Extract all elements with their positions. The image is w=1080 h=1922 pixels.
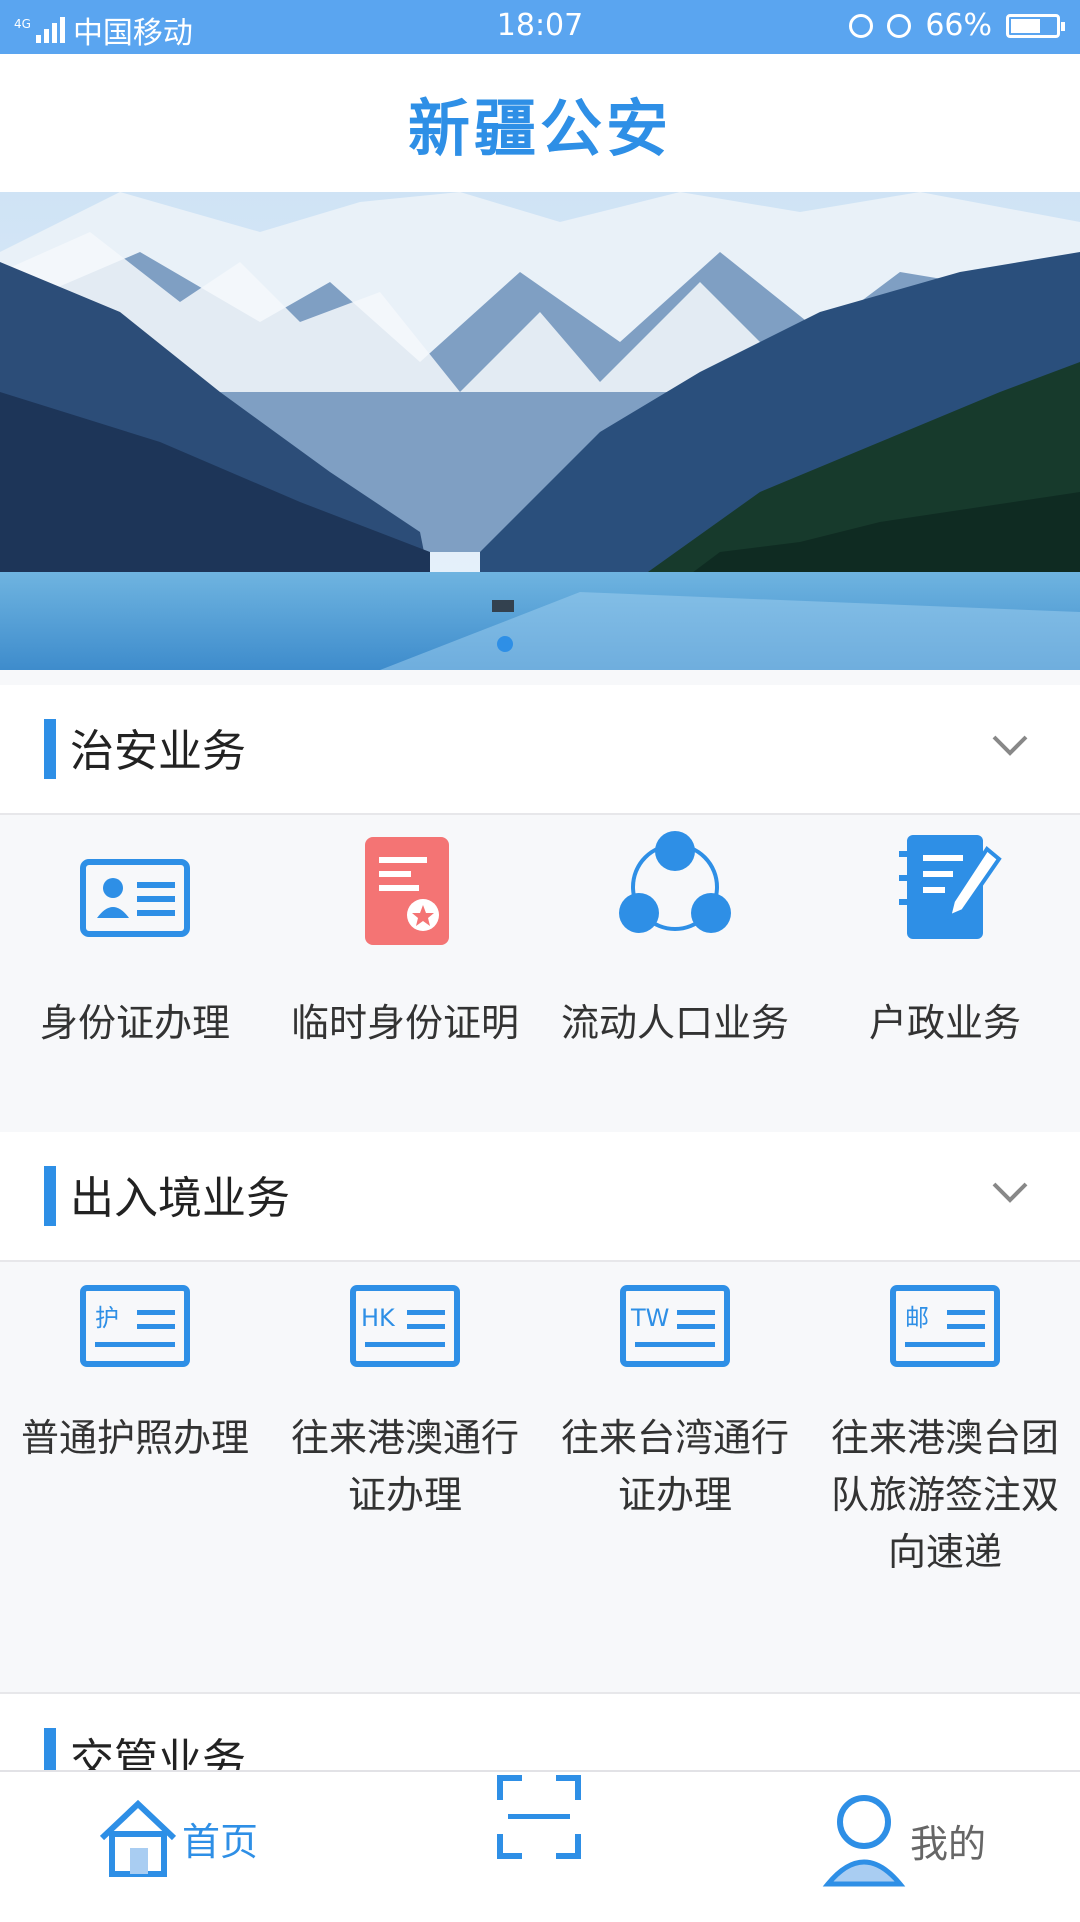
alarm-icon	[887, 13, 912, 38]
service-label: 往来台湾通行证办理	[560, 1416, 789, 1517]
passport-icon: 护	[80, 1285, 190, 1367]
chevron-down-icon[interactable]	[990, 1172, 1030, 1212]
id-card-icon	[80, 859, 190, 937]
service-label: 普通护照办理	[20, 1416, 249, 1460]
status-bar: 4G 中国移动 18:07 66%	[0, 0, 1080, 54]
service-label: 流动人口业务	[560, 1001, 789, 1045]
section-title: 治安业务	[70, 726, 246, 777]
bottom-tab-bar: 首页 我的	[0, 1770, 1080, 1922]
temp-certificate-icon	[365, 837, 449, 945]
service-hk-macau-pass[interactable]: HK 往来港澳通行证办理	[270, 1262, 540, 1692]
service-label: 身份证办理	[39, 1001, 230, 1045]
chevron-down-icon[interactable]	[990, 725, 1030, 765]
lock-rotation-icon	[849, 13, 874, 38]
section-grid-public-security: 身份证办理 临时身份证明 流动人口业务 户政业务	[0, 815, 1080, 1134]
section-grid-entry-exit: 护 普通护照办理 HK 往来港澳通行证办理 TW 往来台湾通行证办理 邮 往来港…	[0, 1262, 1080, 1694]
service-group-tour-delivery[interactable]: 邮 往来港澳台团队旅游签注双向速递	[810, 1262, 1080, 1692]
floating-population-icon	[619, 831, 731, 933]
service-taiwan-pass[interactable]: TW 往来台湾通行证办理	[540, 1262, 810, 1692]
service-floating-population[interactable]: 流动人口业务	[540, 815, 810, 1132]
hk-pass-icon: HK	[350, 1285, 460, 1367]
service-temp-certificate[interactable]: 临时身份证明	[270, 815, 540, 1132]
tab-scan[interactable]	[494, 1772, 584, 1862]
section-accent-bar	[44, 1166, 56, 1226]
service-label: 临时身份证明	[290, 1001, 519, 1045]
tab-home-label: 首页	[182, 1819, 259, 1864]
section-header-entry-exit[interactable]: 出入境业务	[0, 1132, 1080, 1262]
service-label: 往来港澳通行证办理	[290, 1416, 519, 1517]
battery-fill	[1011, 18, 1040, 33]
service-passport[interactable]: 护 普通护照办理	[0, 1262, 270, 1692]
scan-icon	[497, 1775, 581, 1859]
hk-badge: HK	[361, 1304, 396, 1332]
tw-pass-icon: TW	[620, 1285, 730, 1367]
mail-badge: 邮	[905, 1304, 929, 1332]
service-id-card[interactable]: 身份证办理	[0, 815, 270, 1132]
service-label: 往来港澳台团队旅游签注双向速递	[830, 1416, 1059, 1574]
battery-icon	[1006, 13, 1065, 38]
banner-image	[0, 192, 1080, 670]
section-title: 出入境业务	[70, 1173, 290, 1224]
page-title: 新疆公安	[407, 92, 672, 165]
service-household[interactable]: 户政业务	[810, 815, 1080, 1132]
mail-delivery-icon: 邮	[890, 1285, 1000, 1367]
home-icon	[99, 1799, 177, 1877]
user-icon	[822, 1795, 906, 1887]
tw-badge: TW	[630, 1304, 669, 1332]
service-label: 户政业务	[868, 1001, 1021, 1045]
banner-carousel[interactable]	[0, 192, 1080, 670]
tab-mine[interactable]: 我的	[822, 1792, 986, 1888]
tab-home[interactable]: 首页	[96, 1796, 258, 1880]
passport-badge: 护	[95, 1304, 119, 1332]
tab-mine-label: 我的	[910, 1821, 987, 1866]
app-header: 新疆公安	[0, 54, 1080, 192]
section-header-public-security[interactable]: 治安业务	[0, 685, 1080, 815]
battery-percent: 66%	[925, 8, 992, 43]
carousel-indicator[interactable]	[497, 636, 513, 652]
status-right: 66%	[849, 8, 1065, 43]
section-accent-bar	[44, 719, 56, 779]
household-notebook-icon	[899, 835, 1002, 939]
